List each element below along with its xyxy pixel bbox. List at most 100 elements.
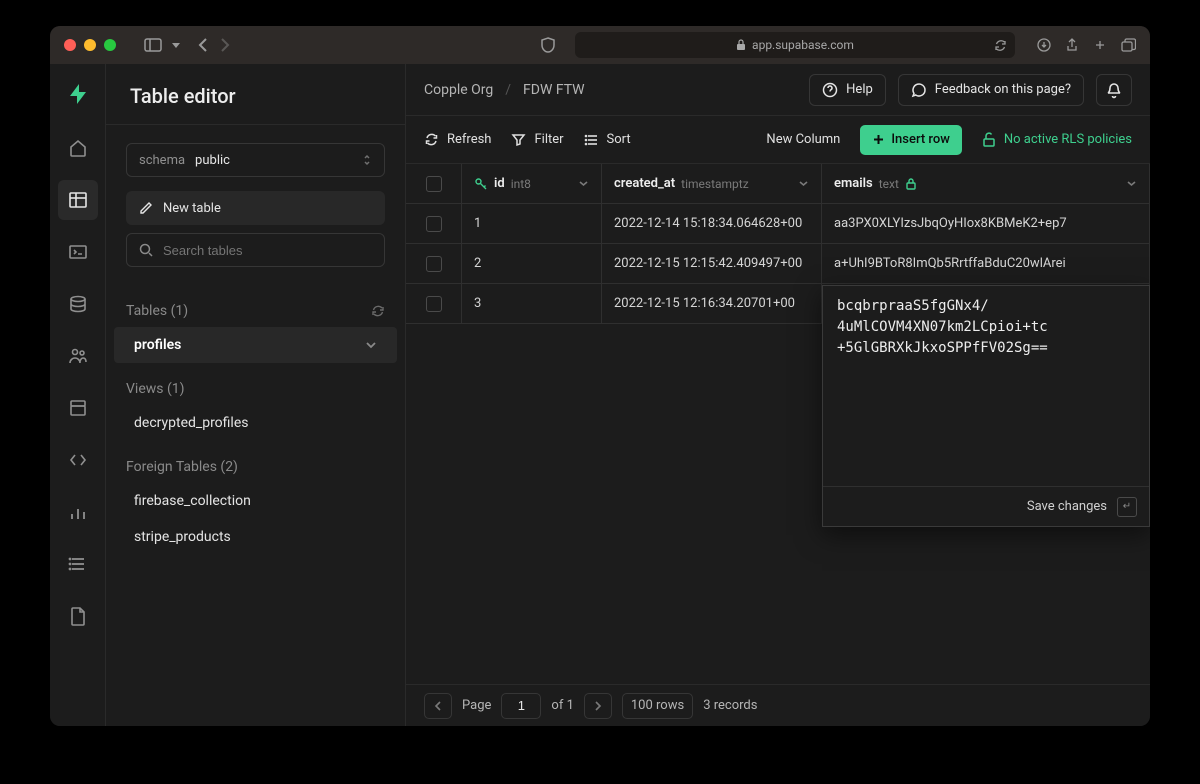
checkbox[interactable] bbox=[426, 216, 442, 232]
cell-id[interactable]: 1 bbox=[462, 204, 602, 243]
table-row[interactable]: 1 2022-12-14 15:18:34.064628+00 aa3PX0XL… bbox=[406, 204, 1150, 244]
cell-editor-textarea[interactable] bbox=[823, 286, 1149, 486]
nav-home[interactable] bbox=[58, 128, 98, 168]
download-icon[interactable] bbox=[1037, 38, 1051, 52]
window-minimize-icon[interactable] bbox=[84, 39, 96, 51]
foreign-table-name: stripe_products bbox=[134, 529, 231, 545]
browser-titlebar: app.supabase.com bbox=[50, 26, 1150, 64]
window-close-icon[interactable] bbox=[64, 39, 76, 51]
nav-sql-editor[interactable] bbox=[58, 232, 98, 272]
refresh-label: Refresh bbox=[447, 132, 491, 147]
checkbox[interactable] bbox=[426, 256, 442, 272]
select-all-cell[interactable] bbox=[406, 164, 462, 203]
column-name: id bbox=[494, 176, 505, 191]
help-icon bbox=[822, 82, 838, 98]
new-table-label: New table bbox=[163, 201, 221, 216]
chevron-down-icon[interactable] bbox=[798, 180, 809, 187]
schema-value: public bbox=[195, 153, 230, 168]
rows-per-page-select[interactable]: 100 rows bbox=[622, 693, 693, 719]
column-type: timestamptz bbox=[681, 177, 749, 191]
edit-icon bbox=[138, 201, 153, 216]
reload-icon[interactable] bbox=[371, 304, 385, 318]
privacy-shield-icon[interactable] bbox=[541, 37, 555, 53]
nav-edge-functions[interactable] bbox=[58, 440, 98, 480]
dropdown-icon[interactable] bbox=[172, 43, 180, 48]
rls-notice[interactable]: No active RLS policies bbox=[982, 132, 1132, 147]
foreign-table-item[interactable]: firebase_collection bbox=[114, 483, 397, 519]
filter-button[interactable]: Filter bbox=[511, 132, 563, 147]
page-label: Page bbox=[462, 698, 491, 713]
cell-created-at[interactable]: 2022-12-15 12:15:42.409497+00 bbox=[602, 244, 822, 283]
nav-reports[interactable] bbox=[58, 492, 98, 532]
column-name: created_at bbox=[614, 176, 675, 191]
search-tables[interactable] bbox=[126, 233, 385, 267]
nav-table-editor[interactable] bbox=[58, 180, 98, 220]
foreign-table-name: firebase_collection bbox=[134, 493, 251, 509]
nav-api-docs[interactable] bbox=[58, 596, 98, 636]
save-changes-button[interactable]: Save changes bbox=[1027, 499, 1107, 514]
prev-page-button[interactable] bbox=[424, 693, 452, 719]
url-text: app.supabase.com bbox=[752, 38, 854, 52]
lock-icon bbox=[736, 39, 746, 51]
sort-button[interactable]: Sort bbox=[584, 132, 631, 147]
page-input[interactable] bbox=[501, 693, 541, 719]
help-button[interactable]: Help bbox=[809, 74, 886, 106]
checkbox[interactable] bbox=[426, 296, 442, 312]
cell-emails[interactable]: a+UhI9BToR8ImQb5RrtffaBduC20wlArei bbox=[822, 244, 1150, 283]
view-item[interactable]: decrypted_profiles bbox=[114, 405, 397, 441]
foreign-table-item[interactable]: stripe_products bbox=[114, 519, 397, 555]
column-header-created-at[interactable]: created_at timestamptz bbox=[602, 164, 822, 203]
browser-back-icon[interactable] bbox=[198, 38, 208, 52]
feedback-label: Feedback on this page? bbox=[935, 82, 1071, 97]
new-column-button[interactable]: New Column bbox=[766, 132, 840, 147]
nav-rail bbox=[50, 64, 106, 726]
supabase-logo-icon[interactable] bbox=[66, 82, 90, 106]
new-table-button[interactable]: New table bbox=[126, 191, 385, 225]
sidebar-title: Table editor bbox=[106, 64, 405, 124]
insert-row-button[interactable]: Insert row bbox=[860, 125, 962, 155]
breadcrumb: Copple Org / FDW FTW bbox=[424, 82, 585, 98]
next-page-button[interactable] bbox=[584, 693, 612, 719]
nav-auth[interactable] bbox=[58, 336, 98, 376]
chevron-down-icon[interactable] bbox=[578, 180, 589, 187]
breadcrumb-project[interactable]: FDW FTW bbox=[523, 82, 585, 98]
feedback-button[interactable]: Feedback on this page? bbox=[898, 74, 1084, 106]
sidebar-toggle-icon[interactable] bbox=[144, 38, 162, 52]
notifications-button[interactable] bbox=[1096, 74, 1132, 106]
cell-id[interactable]: 2 bbox=[462, 244, 602, 283]
table-row[interactable]: 2 2022-12-15 12:15:42.409497+00 a+UhI9BT… bbox=[406, 244, 1150, 284]
chat-icon bbox=[911, 82, 927, 98]
search-input[interactable] bbox=[163, 243, 372, 258]
checkbox[interactable] bbox=[426, 176, 442, 192]
share-icon[interactable] bbox=[1065, 38, 1079, 52]
sort-label: Sort bbox=[607, 132, 631, 147]
cell-created-at[interactable]: 2022-12-14 15:18:34.064628+00 bbox=[602, 204, 822, 243]
nav-storage[interactable] bbox=[58, 388, 98, 428]
cell-id[interactable]: 3 bbox=[462, 284, 602, 323]
enter-key-icon: ↵ bbox=[1117, 497, 1137, 517]
nav-logs[interactable] bbox=[58, 544, 98, 584]
data-grid: id int8 created_at timestamptz bbox=[406, 164, 1150, 684]
column-name: emails bbox=[834, 176, 873, 191]
nav-database[interactable] bbox=[58, 284, 98, 324]
grid-footer: Page of 1 100 rows 3 records bbox=[406, 684, 1150, 726]
help-label: Help bbox=[846, 82, 873, 97]
column-header-emails[interactable]: emails text bbox=[822, 164, 1150, 203]
column-header-id[interactable]: id int8 bbox=[462, 164, 602, 203]
breadcrumb-org[interactable]: Copple Org bbox=[424, 82, 493, 98]
refresh-icon[interactable] bbox=[994, 39, 1007, 52]
chevrons-icon bbox=[362, 153, 372, 167]
url-bar[interactable]: app.supabase.com bbox=[575, 32, 1015, 58]
schema-selector[interactable]: schema public bbox=[126, 143, 385, 177]
cell-created-at[interactable]: 2022-12-15 12:16:34.20701+00 bbox=[602, 284, 822, 323]
chevron-down-icon[interactable] bbox=[1126, 180, 1137, 187]
window-maximize-icon[interactable] bbox=[104, 39, 116, 51]
records-count: 3 records bbox=[703, 698, 757, 713]
tabs-icon[interactable] bbox=[1121, 38, 1136, 52]
refresh-button[interactable]: Refresh bbox=[424, 132, 491, 147]
insert-row-label: Insert row bbox=[891, 132, 950, 147]
table-item-profiles[interactable]: profiles bbox=[114, 327, 397, 363]
browser-forward-icon[interactable] bbox=[220, 38, 230, 52]
new-tab-icon[interactable] bbox=[1093, 38, 1107, 52]
cell-emails[interactable]: aa3PX0XLYIzsJbqOyHIox8KBMeK2+ep7 bbox=[822, 204, 1150, 243]
